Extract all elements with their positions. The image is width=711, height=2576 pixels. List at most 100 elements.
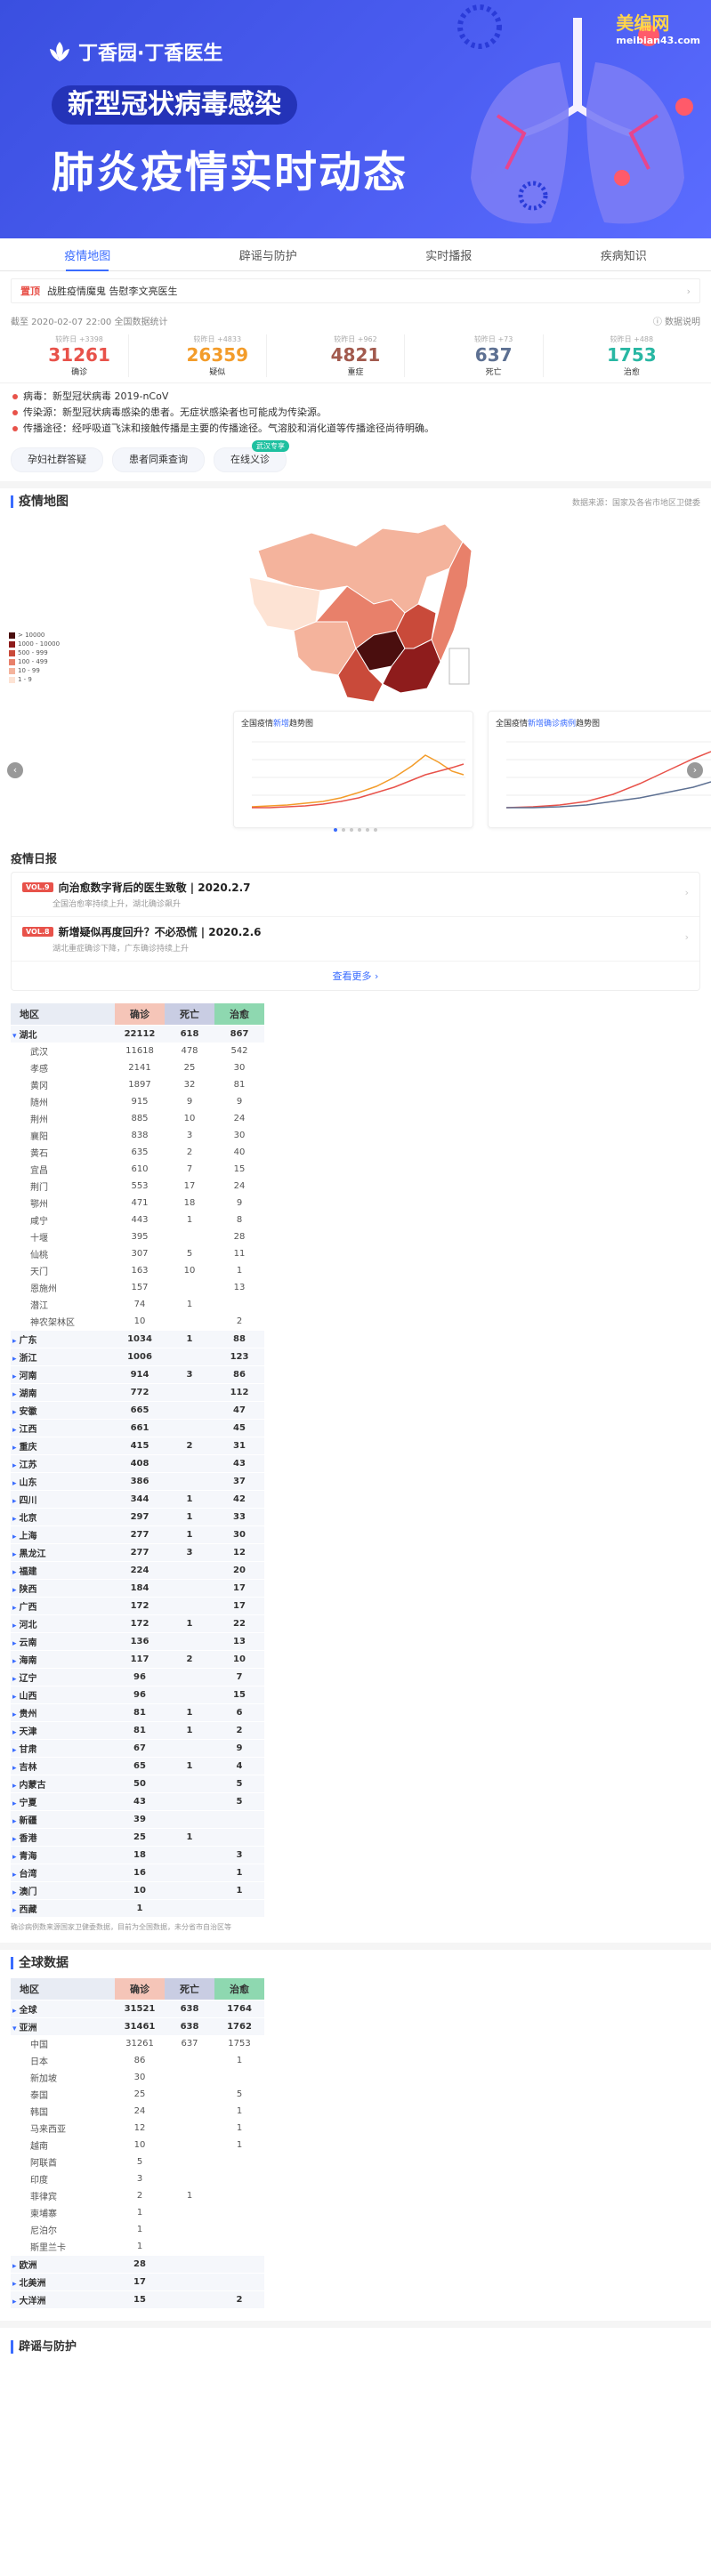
carousel-prev-icon[interactable]: ‹ — [7, 762, 23, 778]
stat-number: 4821 — [330, 344, 381, 366]
cell-region: 新加坡 — [30, 2074, 57, 2084]
col-cured: 治愈 — [214, 1003, 264, 1026]
tab-knowledge[interactable]: 疾病知识 — [597, 238, 650, 271]
stat-compare: 较昨日 +488 — [610, 335, 654, 343]
region-row[interactable]: 广东1034188 — [11, 1330, 264, 1348]
region-row[interactable]: 重庆415231 — [11, 1437, 264, 1455]
region-row[interactable]: 内蒙古50 5 — [11, 1775, 264, 1793]
cell-confirmed: 885 — [131, 1114, 149, 1123]
cell-confirmed: 5 — [136, 2157, 143, 2167]
region-row[interactable]: 亚洲314616381762 — [11, 2017, 264, 2035]
daily-title: 疫情日报 — [11, 853, 58, 866]
region-row[interactable]: 欧洲28 — [11, 2255, 264, 2274]
cell-deaths — [165, 1401, 214, 1420]
cell-region: 广东 — [11, 1330, 115, 1348]
col-deaths: 死亡 — [165, 1978, 214, 2000]
region-row[interactable]: 贵州8116 — [11, 1703, 264, 1722]
region-row[interactable]: 湖南772 112 — [11, 1383, 264, 1402]
subregion-row: 十堰 395 28 — [11, 1228, 264, 1245]
cell-region: 新疆 — [11, 1810, 115, 1829]
region-row[interactable]: 大洋洲15 2 — [11, 2290, 264, 2308]
daily-more-link[interactable]: 查看更多 › — [12, 962, 699, 990]
tab-live[interactable]: 实时播报 — [422, 238, 475, 271]
page: 丁香园·丁香医生 新型冠状病毒感染 肺炎疫情实时动态 美编网 meibian43… — [0, 0, 711, 2576]
tab-rumors[interactable]: 辟谣与防护 — [236, 238, 301, 271]
daily-item[interactable]: VOL.9 向治愈数字背后的医生致敬 | 2020.2.7 全国治愈率持续上升，湖… — [12, 873, 699, 917]
region-row[interactable]: 北美洲17 — [11, 2273, 264, 2291]
region-row[interactable]: 全球315216381764 — [11, 2000, 264, 2018]
pinned-notice[interactable]: 置顶 战胜疫情魔鬼 告慰李文亮医生 › — [11, 278, 700, 303]
cell-cured: 13 — [214, 1632, 264, 1651]
carousel-next-icon[interactable]: › — [687, 762, 703, 778]
region-row[interactable]: 山西96 15 — [11, 1686, 264, 1704]
col-cured: 治愈 — [214, 1978, 264, 2000]
cell-deaths: 1 — [165, 1614, 214, 1633]
quick-badge: 武汉专享 — [252, 440, 289, 452]
region-row[interactable]: 山东386 37 — [11, 1472, 264, 1491]
cell-deaths: 1 — [186, 1300, 193, 1309]
region-row[interactable]: 江西661 45 — [11, 1419, 264, 1437]
online-consult-button[interactable]: 在线义诊 武汉专享 — [214, 440, 289, 472]
region-row[interactable]: 河北172122 — [11, 1614, 264, 1633]
cell-confirmed: 1 — [136, 2225, 143, 2234]
region-row[interactable]: 北京297133 — [11, 1508, 264, 1526]
cell-deaths — [165, 2052, 214, 2069]
cell-region: 天门 — [30, 1268, 48, 1277]
region-row[interactable]: 云南136 13 — [11, 1632, 264, 1651]
region-row[interactable]: 宁夏43 5 — [11, 1792, 264, 1811]
cell-confirmed: 665 — [115, 1401, 165, 1420]
region-row[interactable]: 吉林6514 — [11, 1757, 264, 1775]
cell-confirmed: 1 — [136, 2242, 143, 2251]
same-trip-query-button[interactable]: 患者同乘查询 — [112, 447, 205, 472]
tab-map[interactable]: 疫情地图 — [61, 238, 114, 271]
region-row[interactable]: 海南117210 — [11, 1650, 264, 1669]
cell-confirmed: 117 — [115, 1650, 165, 1669]
cell-cured — [214, 2187, 264, 2204]
data-notes-link[interactable]: ⓘ 数据说明 — [653, 314, 700, 327]
region-row[interactable]: 河南914386 — [11, 1365, 264, 1384]
cell-cured — [214, 2204, 264, 2221]
daily-item[interactable]: VOL.8 新增疑似再度回升？不必恐慌 | 2020.2.6 湖北重症确诊下降，广… — [12, 917, 699, 962]
cell-deaths: 1 — [165, 1757, 214, 1775]
region-row[interactable]: 陕西184 17 — [11, 1579, 264, 1598]
region-row[interactable]: 安徽665 47 — [11, 1401, 264, 1420]
cell-deaths — [165, 1810, 214, 1829]
brand-logo: 丁香园·丁香医生 — [48, 37, 222, 66]
region-row[interactable]: 新疆39 — [11, 1810, 264, 1829]
trend-chart-carousel[interactable]: ‹ 全国疫情新增趋势图 全国疫情新增确诊病例趋势图 › — [0, 711, 711, 835]
chevron-right-icon: › — [686, 285, 691, 297]
subregion-row: 恩施州 157 13 — [11, 1279, 264, 1296]
region-row[interactable]: 香港251 — [11, 1828, 264, 1847]
legend-item: > 10000 — [9, 631, 60, 640]
region-row[interactable]: 广西172 17 — [11, 1597, 264, 1615]
cell-region: 福建 — [11, 1561, 115, 1580]
cell-confirmed: 18 — [115, 1846, 165, 1864]
region-row[interactable]: 西藏1 — [11, 1899, 264, 1917]
region-row[interactable]: 福建224 20 — [11, 1561, 264, 1580]
cell-region: 北美洲 — [11, 2273, 115, 2291]
cell-cured — [214, 1810, 264, 1829]
cell-region: 宜昌 — [30, 1166, 48, 1176]
more-label: 查看更多 — [332, 970, 372, 982]
region-row[interactable]: 上海277130 — [11, 1525, 264, 1544]
stat-suspected: 较昨日 +4833 26359 疑似 — [168, 334, 268, 377]
region-row[interactable]: 辽宁96 7 — [11, 1668, 264, 1686]
region-row[interactable]: 浙江1006 123 — [11, 1348, 264, 1366]
stat-compare: 较昨日 +4833 — [193, 335, 242, 343]
region-row[interactable]: 黑龙江277312 — [11, 1543, 264, 1562]
region-row[interactable]: 台湾16 1 — [11, 1864, 264, 1882]
region-row[interactable]: 澳门10 1 — [11, 1881, 264, 1900]
china-map[interactable]: > 10000 1000 - 10000 500 - 999 100 - 499… — [0, 515, 711, 711]
region-row[interactable]: 青海18 3 — [11, 1846, 264, 1864]
region-row[interactable]: 湖北22112618867 — [11, 1025, 264, 1042]
region-row[interactable]: 江苏408 43 — [11, 1454, 264, 1473]
cell-cured: 81 — [233, 1080, 246, 1090]
subregion-row: 武汉 11618 478 542 — [11, 1042, 264, 1059]
cell-deaths: 10 — [183, 1266, 196, 1276]
pregnant-qa-button[interactable]: 孕妇社群答疑 — [11, 447, 103, 472]
region-row[interactable]: 天津8112 — [11, 1721, 264, 1740]
trend-chart-1: 全国疫情新增趋势图 — [233, 711, 473, 828]
cell-cured: 6 — [214, 1703, 264, 1722]
region-row[interactable]: 甘肃67 9 — [11, 1739, 264, 1758]
region-row[interactable]: 四川344142 — [11, 1490, 264, 1509]
